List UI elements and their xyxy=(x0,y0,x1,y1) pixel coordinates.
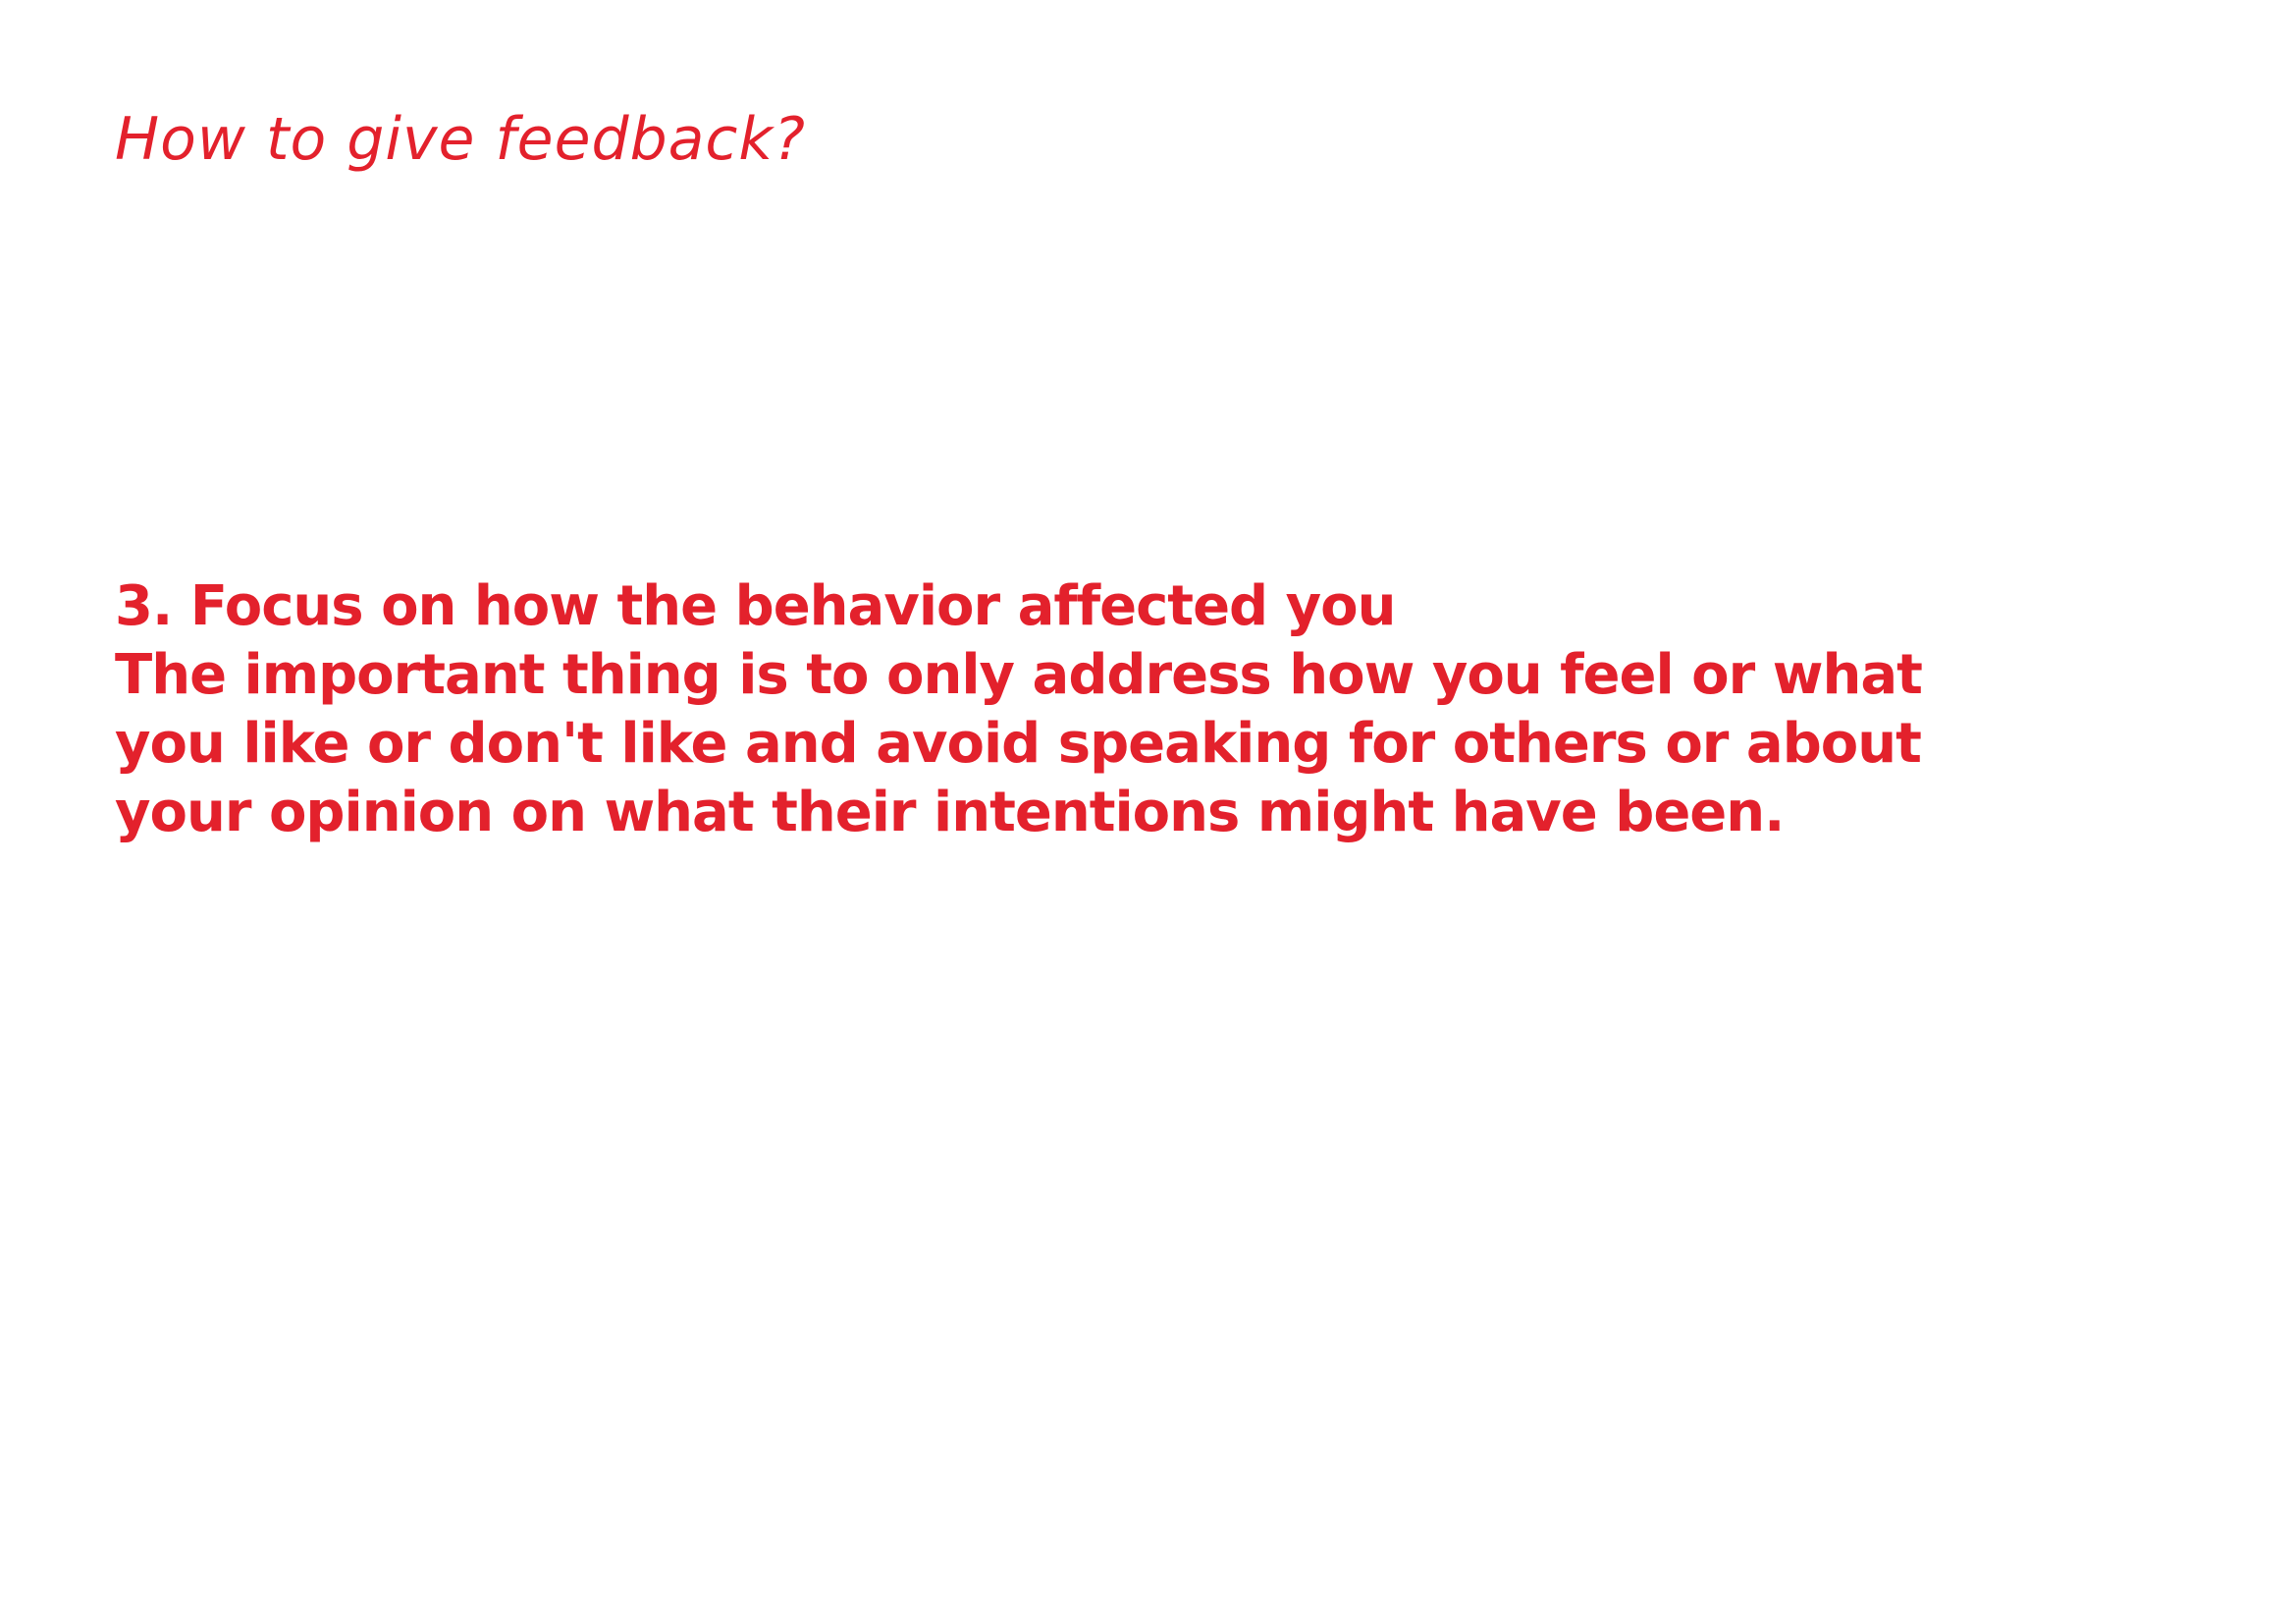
page-title: How to give feedback? xyxy=(115,105,806,174)
main-content: 3. Focus on how the behavior affected yo… xyxy=(115,572,2206,847)
body-line-1: The important thing is to only address h… xyxy=(115,643,1923,707)
body-line-2: you like or don't like and avoid speakin… xyxy=(115,712,1922,776)
body-line-3: your opinion on what their intentions mi… xyxy=(115,781,1785,844)
slide-page: How to give feedback? 3. Focus on how th… xyxy=(0,0,2296,1624)
section-heading: 3. Focus on how the behavior affected yo… xyxy=(115,574,1396,638)
